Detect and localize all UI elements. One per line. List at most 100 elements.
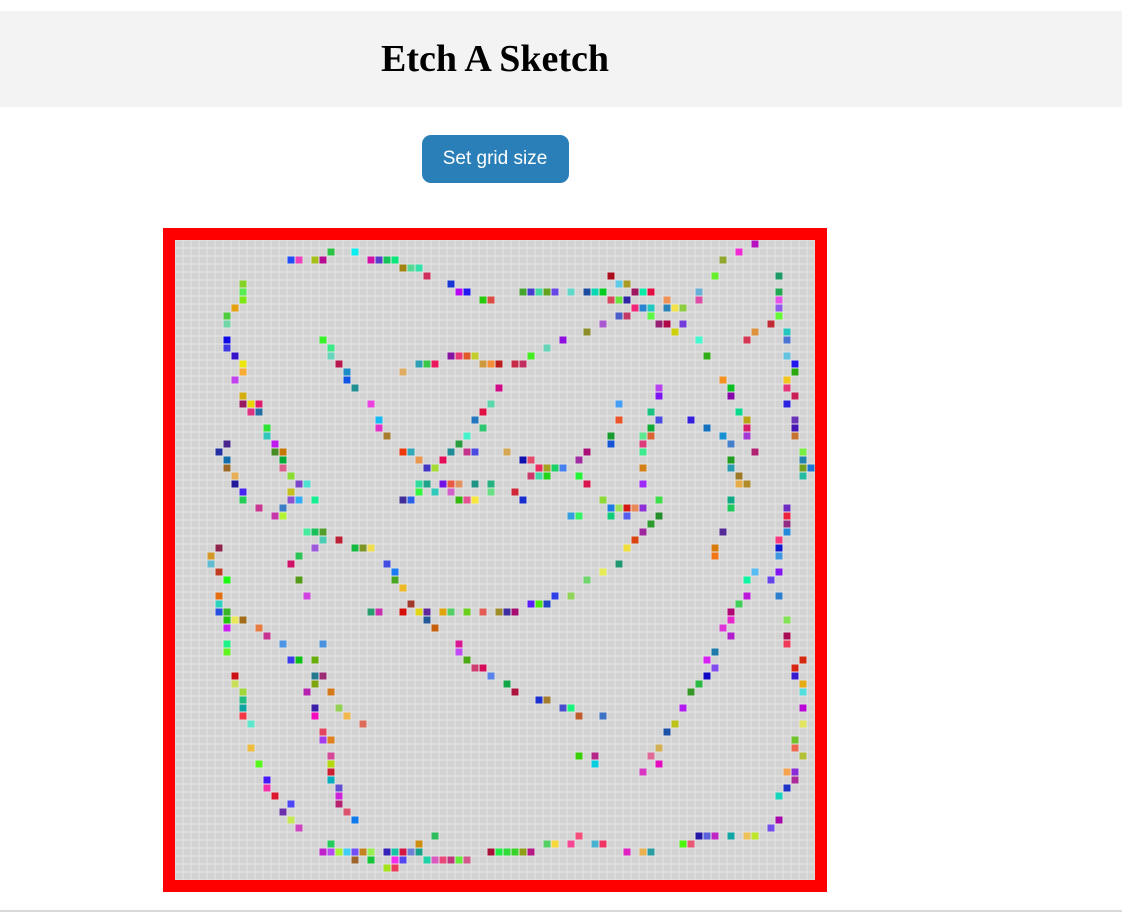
grid-cell[interactable] xyxy=(191,424,199,432)
grid-cell[interactable] xyxy=(575,504,583,512)
grid-cell[interactable] xyxy=(711,512,719,520)
grid-cell[interactable] xyxy=(711,632,719,640)
grid-cell[interactable] xyxy=(647,416,655,424)
grid-cell[interactable] xyxy=(671,416,679,424)
grid-cell[interactable] xyxy=(487,504,495,512)
grid-cell[interactable] xyxy=(591,616,599,624)
grid-cell[interactable] xyxy=(311,472,319,480)
grid-cell[interactable] xyxy=(463,656,471,664)
grid-cell[interactable] xyxy=(503,320,511,328)
grid-cell[interactable] xyxy=(751,304,759,312)
grid-cell[interactable] xyxy=(647,560,655,568)
grid-cell[interactable] xyxy=(263,248,271,256)
grid-cell[interactable] xyxy=(207,592,215,600)
grid-cell[interactable] xyxy=(599,336,607,344)
grid-cell[interactable] xyxy=(631,584,639,592)
grid-cell[interactable] xyxy=(631,560,639,568)
grid-cell[interactable] xyxy=(303,328,311,336)
grid-cell[interactable] xyxy=(351,704,359,712)
grid-cell[interactable] xyxy=(775,456,783,464)
grid-cell[interactable] xyxy=(695,688,703,696)
grid-cell[interactable] xyxy=(199,248,207,256)
grid-cell[interactable] xyxy=(431,680,439,688)
grid-cell[interactable] xyxy=(615,472,623,480)
grid-cell[interactable] xyxy=(639,568,647,576)
grid-cell[interactable] xyxy=(743,536,751,544)
grid-cell[interactable] xyxy=(551,360,559,368)
grid-cell[interactable] xyxy=(439,496,447,504)
grid-cell[interactable] xyxy=(599,320,607,328)
grid-cell[interactable] xyxy=(511,552,519,560)
grid-cell[interactable] xyxy=(735,280,743,288)
grid-cell[interactable] xyxy=(687,496,695,504)
grid-cell[interactable] xyxy=(175,712,183,720)
grid-cell[interactable] xyxy=(191,632,199,640)
grid-cell[interactable] xyxy=(351,496,359,504)
grid-cell[interactable] xyxy=(647,472,655,480)
grid-cell[interactable] xyxy=(279,408,287,416)
grid-cell[interactable] xyxy=(263,696,271,704)
grid-cell[interactable] xyxy=(335,608,343,616)
grid-cell[interactable] xyxy=(359,664,367,672)
grid-cell[interactable] xyxy=(527,464,535,472)
grid-cell[interactable] xyxy=(679,408,687,416)
grid-cell[interactable] xyxy=(527,504,535,512)
grid-cell[interactable] xyxy=(175,448,183,456)
grid-cell[interactable] xyxy=(655,632,663,640)
grid-cell[interactable] xyxy=(751,320,759,328)
grid-cell[interactable] xyxy=(727,544,735,552)
grid-cell[interactable] xyxy=(655,256,663,264)
grid-cell[interactable] xyxy=(783,296,791,304)
grid-cell[interactable] xyxy=(519,328,527,336)
grid-cell[interactable] xyxy=(519,336,527,344)
grid-cell[interactable] xyxy=(735,720,743,728)
grid-cell[interactable] xyxy=(607,264,615,272)
grid-cell[interactable] xyxy=(415,488,423,496)
grid-cell[interactable] xyxy=(575,456,583,464)
grid-cell[interactable] xyxy=(247,488,255,496)
grid-cell[interactable] xyxy=(679,296,687,304)
grid-cell[interactable] xyxy=(311,496,319,504)
grid-cell[interactable] xyxy=(671,544,679,552)
grid-cell[interactable] xyxy=(719,344,727,352)
grid-cell[interactable] xyxy=(335,736,343,744)
grid-cell[interactable] xyxy=(231,384,239,392)
grid-cell[interactable] xyxy=(375,680,383,688)
grid-cell[interactable] xyxy=(751,576,759,584)
grid-cell[interactable] xyxy=(535,432,543,440)
grid-cell[interactable] xyxy=(687,664,695,672)
grid-cell[interactable] xyxy=(215,432,223,440)
grid-cell[interactable] xyxy=(551,576,559,584)
grid-cell[interactable] xyxy=(663,368,671,376)
grid-cell[interactable] xyxy=(591,288,599,296)
grid-cell[interactable] xyxy=(759,680,767,688)
grid-cell[interactable] xyxy=(223,368,231,376)
grid-cell[interactable] xyxy=(519,272,527,280)
grid-cell[interactable] xyxy=(567,696,575,704)
grid-cell[interactable] xyxy=(687,424,695,432)
grid-cell[interactable] xyxy=(399,240,407,248)
grid-cell[interactable] xyxy=(759,424,767,432)
grid-cell[interactable] xyxy=(559,680,567,688)
grid-cell[interactable] xyxy=(447,656,455,664)
grid-cell[interactable] xyxy=(311,728,319,736)
grid-cell[interactable] xyxy=(631,360,639,368)
grid-cell[interactable] xyxy=(295,384,303,392)
grid-cell[interactable] xyxy=(543,384,551,392)
grid-cell[interactable] xyxy=(599,544,607,552)
grid-cell[interactable] xyxy=(503,688,511,696)
grid-cell[interactable] xyxy=(351,440,359,448)
grid-cell[interactable] xyxy=(455,464,463,472)
grid-cell[interactable] xyxy=(567,328,575,336)
grid-cell[interactable] xyxy=(279,352,287,360)
grid-cell[interactable] xyxy=(463,504,471,512)
grid-cell[interactable] xyxy=(575,320,583,328)
grid-cell[interactable] xyxy=(639,552,647,560)
grid-cell[interactable] xyxy=(671,296,679,304)
grid-cell[interactable] xyxy=(431,472,439,480)
grid-cell[interactable] xyxy=(647,704,655,712)
grid-cell[interactable] xyxy=(791,384,799,392)
grid-cell[interactable] xyxy=(551,248,559,256)
grid-cell[interactable] xyxy=(463,384,471,392)
grid-cell[interactable] xyxy=(215,528,223,536)
